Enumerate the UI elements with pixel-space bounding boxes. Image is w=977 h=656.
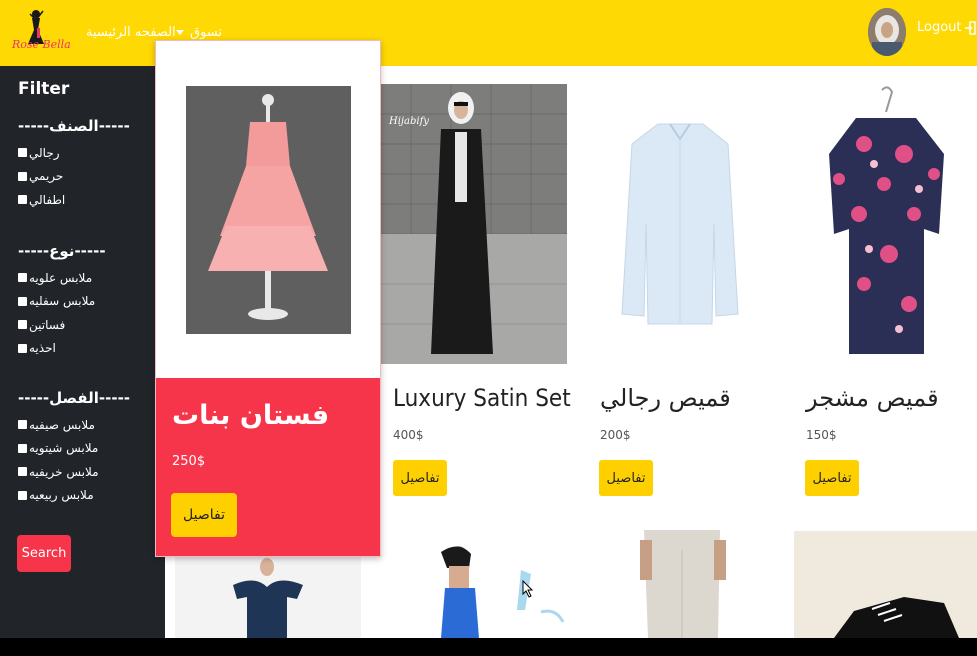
product-price: 200$ [600,428,631,442]
checkbox[interactable] [18,320,27,330]
checkbox[interactable] [18,343,27,353]
filter-option[interactable]: احذيه [18,337,106,361]
product-image[interactable] [588,530,774,638]
product-image[interactable] [175,557,361,638]
details-button[interactable]: تفاصيل [393,460,447,496]
filter-option[interactable]: ملابس سفليه [18,290,106,314]
product-price: 150$ [806,428,837,442]
filter-heading: -----نوع----- [18,242,106,260]
filter-option[interactable]: ملابس شيتويه [18,437,130,461]
filter-option[interactable]: ملابس خريفيه [18,460,130,484]
product-card[interactable] [175,557,361,638]
checkbox[interactable] [18,148,27,158]
filter-section-type: -----نوع----- ملابس علويه ملابس سفليه فس… [18,242,106,360]
nav-shop-label: تسوق [190,25,223,40]
checkbox[interactable] [18,420,27,430]
product-title: Luxury Satin Set [393,384,571,412]
filter-section-category: -----الصنف----- رجالي حريمي اطفالي [18,117,130,212]
product-card[interactable]: Hijabify Luxury Satin Set 400$ تفاصيل [381,84,571,504]
checkbox[interactable] [18,195,27,205]
search-button[interactable]: Search [17,535,71,572]
image-watermark: Hijabify [389,116,429,127]
brand-logo[interactable]: Rose Bella [10,8,71,58]
product-card[interactable]: قميص رجالي 200$ تفاصيل [588,84,778,504]
product-card[interactable] [588,530,774,638]
navbar: Rose Bella الصفحه الرئيسية تسوق Logout [0,0,977,66]
details-button[interactable]: تفاصيل [599,460,653,496]
product-card[interactable] [794,531,977,638]
product-card[interactable]: قميص مشجر 150$ تفاصيل [794,84,977,504]
checkbox[interactable] [18,443,27,453]
filter-option-label: ملابس علويه [29,270,93,285]
featured-product-info: فستان بنات 250$ تفاصيل [156,378,380,556]
product-price: 250$ [172,454,206,469]
checkbox[interactable] [18,171,27,181]
filter-option-label: ملابس خريفيه [29,464,99,479]
product-image[interactable] [381,530,567,638]
filter-title: Filter [18,79,70,99]
nav-home-link[interactable]: الصفحه الرئيسية [86,25,176,40]
logo-text: Rose Bella [12,38,71,51]
filter-option[interactable]: حريمي [18,165,130,189]
logout-icon [964,20,976,35]
filter-option-label: ملابس سفليه [29,294,96,309]
avatar[interactable] [868,8,906,56]
filter-option[interactable]: ملابس ربيعيه [18,484,130,508]
filter-option[interactable]: اطفالي [18,188,130,212]
checkbox[interactable] [18,467,27,477]
product-title: قميص مشجر [806,384,939,412]
logout-label: Logout [917,20,962,35]
filter-option[interactable]: ملابس صيفيه [18,413,130,437]
filter-heading: -----الصنف----- [18,117,130,135]
details-button[interactable]: تفاصيل [171,493,237,537]
product-image[interactable] [794,531,977,638]
checkbox[interactable] [18,296,27,306]
filter-option-label: ملابس ربيعيه [29,488,94,503]
details-button[interactable]: تفاصيل [805,460,859,496]
logout-button[interactable]: Logout [917,20,976,35]
product-card[interactable] [381,530,567,638]
filter-option-label: ملابس شيتويه [29,441,99,456]
chevron-down-icon [176,30,184,35]
filter-option[interactable]: رجالي [18,141,130,165]
mouse-cursor-icon [522,580,534,598]
filter-option-label: فساتين [29,317,66,332]
filter-option-label: اطفالي [29,192,66,207]
app: Rose Bella الصفحه الرئيسية تسوق Logout F… [0,0,977,638]
product-title: قميص رجالي [600,384,731,412]
filter-option-label: احذيه [29,341,56,356]
filter-section-season: -----الفصل----- ملابس صيفيه ملابس شيتويه… [18,389,130,507]
product-image[interactable] [186,86,351,334]
product-image[interactable] [794,84,977,364]
product-title: فستان بنات [172,400,330,431]
filter-option-label: رجالي [29,145,60,160]
checkbox[interactable] [18,273,27,283]
filter-sidebar: Filter -----الصنف----- رجالي حريمي اطفال… [0,66,165,638]
product-image[interactable] [588,84,774,364]
checkbox[interactable] [18,490,27,500]
filter-option-label: ملابس صيفيه [29,417,95,432]
filter-heading: -----الفصل----- [18,389,131,407]
product-price: 400$ [393,428,424,442]
filter-option[interactable]: ملابس علويه [18,266,106,290]
nav-shop-dropdown[interactable]: تسوق [176,25,222,40]
filter-option[interactable]: فساتين [18,313,106,337]
filter-option-label: حريمي [29,169,64,184]
featured-product-card[interactable]: فستان بنات 250$ تفاصيل [155,40,381,557]
